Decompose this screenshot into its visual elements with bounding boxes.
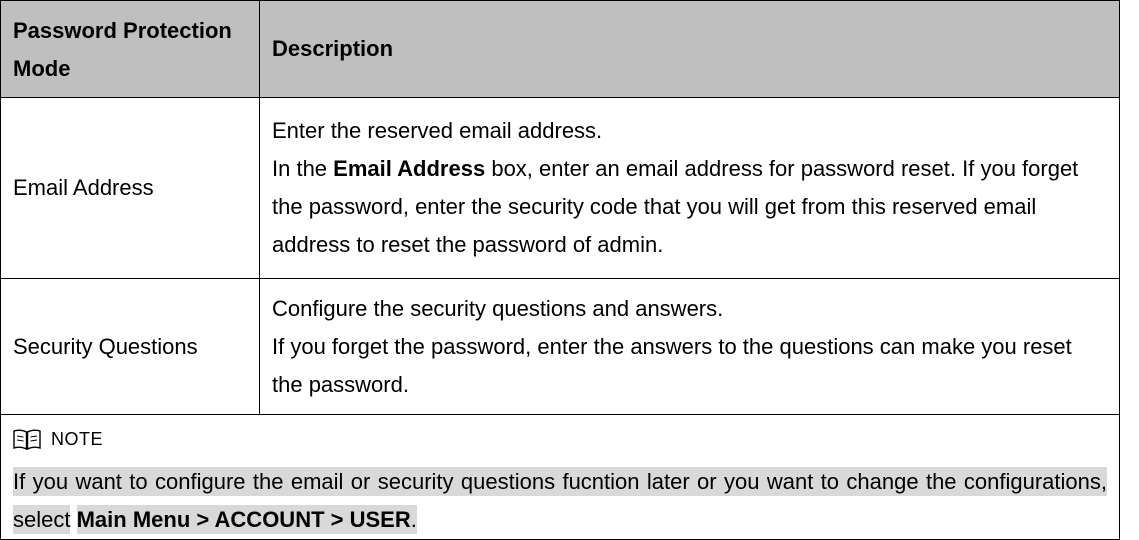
- note-menu-path: Main Menu > ACCOUNT > USER: [76, 505, 411, 534]
- header-description: Description: [259, 0, 1120, 98]
- description-line: Configure the security questions and ans…: [272, 295, 724, 321]
- header-password-protection-mode: Password Protection Mode: [0, 0, 260, 98]
- description-security-questions: Configure the security questions and ans…: [259, 278, 1120, 415]
- note-box: NOTE If you want to configure the email …: [0, 414, 1120, 540]
- note-header: NOTE: [1, 415, 1119, 463]
- mode-security-questions: Security Questions: [0, 278, 260, 415]
- table-row: Email Address Enter the reserved email a…: [0, 97, 1120, 279]
- note-text-end: .: [410, 505, 417, 534]
- note-title: NOTE: [51, 429, 104, 449]
- book-icon: [13, 429, 41, 450]
- description-text: If you forget the password, enter the an…: [272, 333, 1072, 397]
- description-email-address: Enter the reserved email address. In the…: [259, 97, 1120, 279]
- description-line: Enter the reserved email address.: [272, 118, 603, 143]
- table-row: Security Questions Configure the securit…: [0, 278, 1120, 415]
- mode-email-address: Email Address: [0, 97, 260, 279]
- note-row: NOTE If you want to configure the email …: [0, 414, 1120, 540]
- note-body: If you want to configure the email or se…: [1, 463, 1119, 539]
- table-header-row: Password Protection Mode Description: [0, 0, 1120, 98]
- description-text: In the: [272, 156, 328, 181]
- password-protection-table: Password Protection Mode Description Ema…: [0, 0, 1120, 540]
- description-bold-term: Email Address: [333, 156, 486, 181]
